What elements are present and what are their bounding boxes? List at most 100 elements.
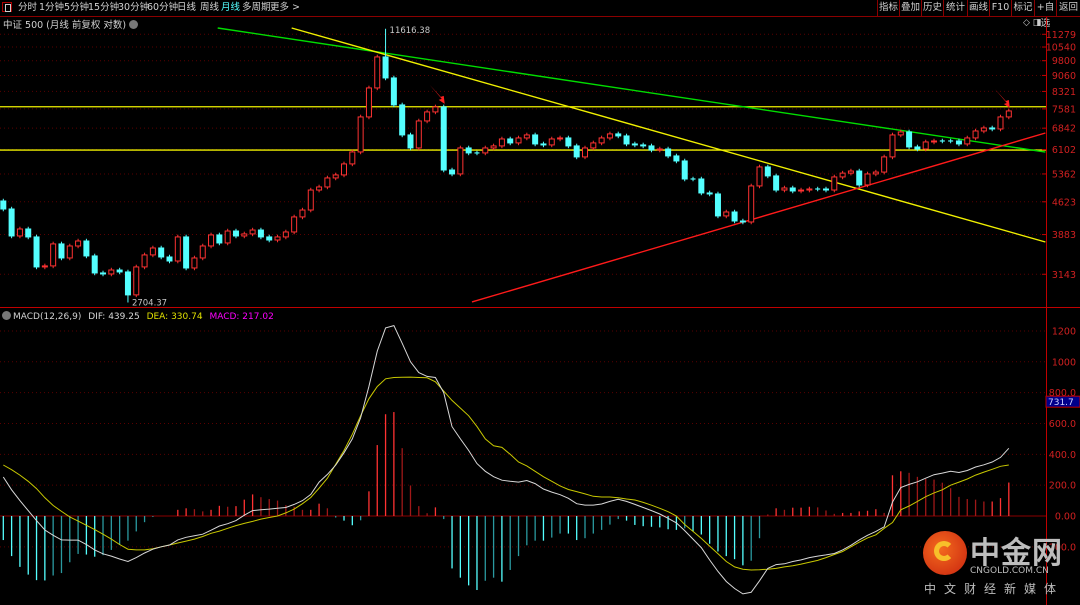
candle-body (756, 166, 763, 187)
candle-body (282, 231, 289, 238)
candle-body (50, 243, 57, 267)
candle-body (407, 134, 414, 149)
candle (798, 187, 805, 194)
candle-body (598, 137, 605, 144)
candle-body (631, 143, 638, 146)
candle-body (316, 186, 323, 191)
price-tick-label: 10540 (1046, 43, 1076, 54)
candle-body (931, 140, 938, 143)
candle (490, 143, 497, 151)
macd-name: MACD(12,26,9) (13, 312, 82, 322)
candle-body (382, 56, 389, 79)
candle-body (249, 229, 256, 235)
candle-body (989, 127, 996, 130)
macd-settings-icon[interactable] (2, 311, 11, 320)
price-tick-label: 3143 (1052, 270, 1076, 281)
candle (465, 145, 472, 156)
candle-body (41, 265, 48, 268)
candle-body (673, 155, 680, 162)
candle-body (266, 236, 273, 241)
candle-body (972, 130, 979, 139)
candle-body (399, 104, 406, 136)
candle-body (889, 134, 896, 158)
candle-body (515, 137, 522, 144)
candle (557, 135, 564, 142)
candle (25, 226, 32, 240)
candle (482, 145, 489, 156)
candle (224, 228, 231, 246)
candle (390, 75, 397, 108)
candle (349, 149, 356, 167)
candle-body (440, 106, 447, 171)
candle-body (457, 147, 464, 175)
candle (706, 190, 713, 197)
candle-body (582, 147, 588, 158)
candle (764, 164, 771, 179)
candle-body (540, 143, 547, 146)
candle (8, 206, 15, 239)
candle-body (191, 257, 198, 269)
candle (806, 186, 813, 193)
candle (964, 135, 971, 147)
price-tick-label: 4623 (1052, 197, 1076, 208)
candle (872, 169, 879, 177)
candle (606, 131, 613, 141)
extreme-value-label: 2704.37 (132, 298, 167, 308)
candle-body (573, 145, 580, 158)
candle (739, 218, 746, 225)
candle (781, 185, 788, 193)
candle (515, 135, 522, 146)
candle (133, 264, 140, 298)
candle-body (241, 233, 248, 237)
candle-body (365, 87, 372, 118)
candle (324, 175, 331, 190)
candle (931, 138, 938, 145)
candle (690, 176, 696, 182)
macd-tick-label: 0.00 (1055, 512, 1076, 523)
candle-body (681, 160, 688, 180)
candle (673, 153, 680, 164)
candle-body (723, 211, 730, 217)
candle (91, 253, 98, 276)
candle-body (108, 269, 115, 275)
candle (424, 109, 431, 124)
candle-body (739, 220, 746, 223)
candle-body (83, 240, 90, 257)
candle-body (498, 138, 505, 147)
candle (748, 183, 755, 225)
red-arrow-icon (429, 84, 445, 104)
macd-legend: MACD(12,26,9) DIF: 439.25 DEA: 330.74 MA… (2, 311, 278, 322)
candle (116, 267, 123, 275)
candle (158, 245, 165, 260)
candle-body (897, 131, 904, 136)
price-tick-label: 6102 (1052, 145, 1076, 156)
candle-body (482, 147, 489, 154)
candle (540, 141, 547, 148)
candle-body (183, 236, 190, 269)
candle-body (623, 135, 630, 145)
candle-body (33, 236, 40, 268)
candle-body (806, 188, 813, 191)
candle (274, 234, 281, 243)
candle-body (648, 145, 655, 151)
candle-body (232, 230, 239, 237)
candle-body (415, 120, 422, 149)
candle-body (490, 145, 497, 149)
candle-body (449, 169, 456, 175)
macd-dif: DIF: 439.25 (88, 312, 140, 322)
candle-body (523, 134, 530, 139)
price-tick-label: 9060 (1052, 71, 1076, 82)
candle (615, 131, 622, 139)
candle-body (906, 131, 913, 148)
candle-body (16, 228, 23, 237)
chart-canvas[interactable]: 11279 10540 9800 9060 8321 7581 6842 6102 5362 46… (0, 0, 1080, 605)
candle (282, 229, 289, 240)
candle-body (955, 140, 962, 145)
candle-body (822, 188, 829, 191)
candle-body (847, 170, 854, 174)
candle-body (864, 173, 871, 186)
candle (573, 143, 580, 160)
candle-body (390, 77, 397, 106)
candle (565, 135, 572, 149)
candle (33, 234, 40, 270)
